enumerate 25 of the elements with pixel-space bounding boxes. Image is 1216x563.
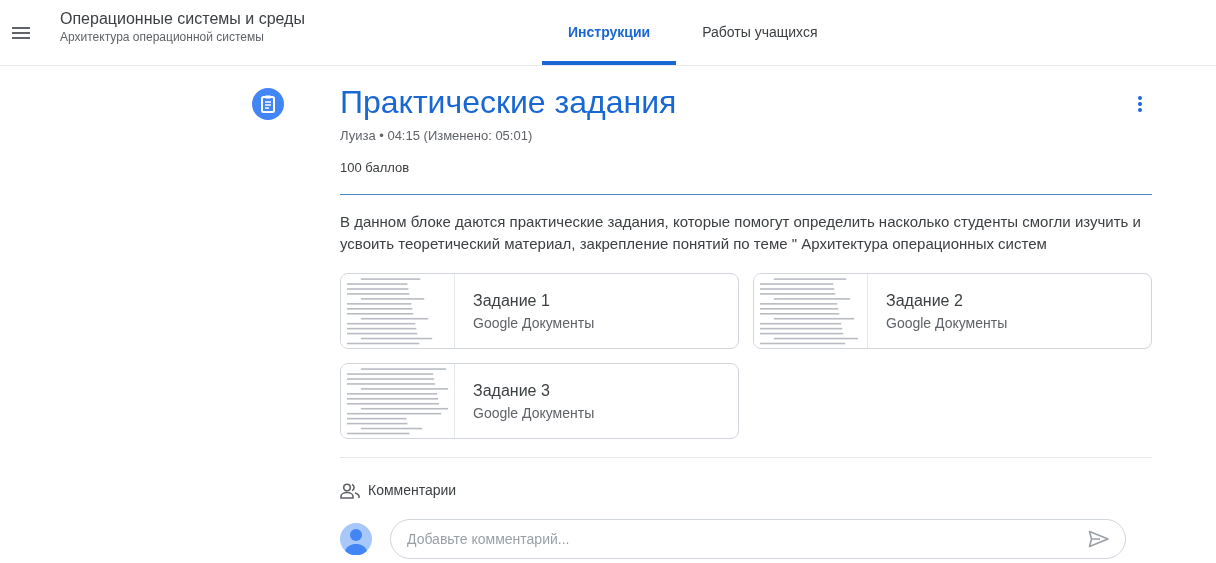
assignment-icon — [252, 88, 284, 120]
attachment-title: Задание 3 — [473, 381, 551, 401]
menu-icon[interactable] — [12, 26, 30, 39]
attachment-type: Google Документы — [886, 314, 1008, 333]
assignment-description: В данном блоке даются практические задания, которые помогут определить насколько студенты смогли изучить и усвоить теоретический материал, закрепление понятий по теме " Архитектура операционных систем — [340, 212, 1142, 254]
attachment-type: Google Документы — [473, 404, 595, 423]
more-options-icon[interactable] — [1138, 96, 1142, 112]
attachment-title: Задание 1 — [473, 291, 551, 311]
attachment-title: Задание 2 — [886, 291, 964, 311]
attachment-card[interactable]: Задание 1 Google Документы — [340, 273, 739, 349]
tab[interactable]: Работы учащихся — [676, 0, 844, 65]
attachment-type: Google Документы — [473, 314, 595, 333]
people-icon — [340, 482, 360, 499]
class-title: Операционные системы и среды — [60, 8, 305, 29]
send-icon[interactable] — [1088, 530, 1110, 548]
avatar-icon — [340, 523, 372, 555]
attachment-card[interactable]: Задание 2 Google Документы — [753, 273, 1152, 349]
comment-field[interactable]: Добавьте комментарий... — [390, 519, 1126, 559]
attachment-card[interactable]: Задание 3 Google Документы — [340, 363, 739, 439]
comments-heading: Комментарии — [368, 481, 457, 500]
assignment-title: Практические задания — [340, 83, 677, 122]
class-subtitle: Архитектура операционной системы — [60, 28, 265, 45]
points-label: 100 баллов — [340, 159, 411, 177]
author-meta: Луиза • 04:15 (Изменено: 05:01) — [340, 127, 534, 145]
tab[interactable]: Инструкции — [542, 0, 677, 65]
